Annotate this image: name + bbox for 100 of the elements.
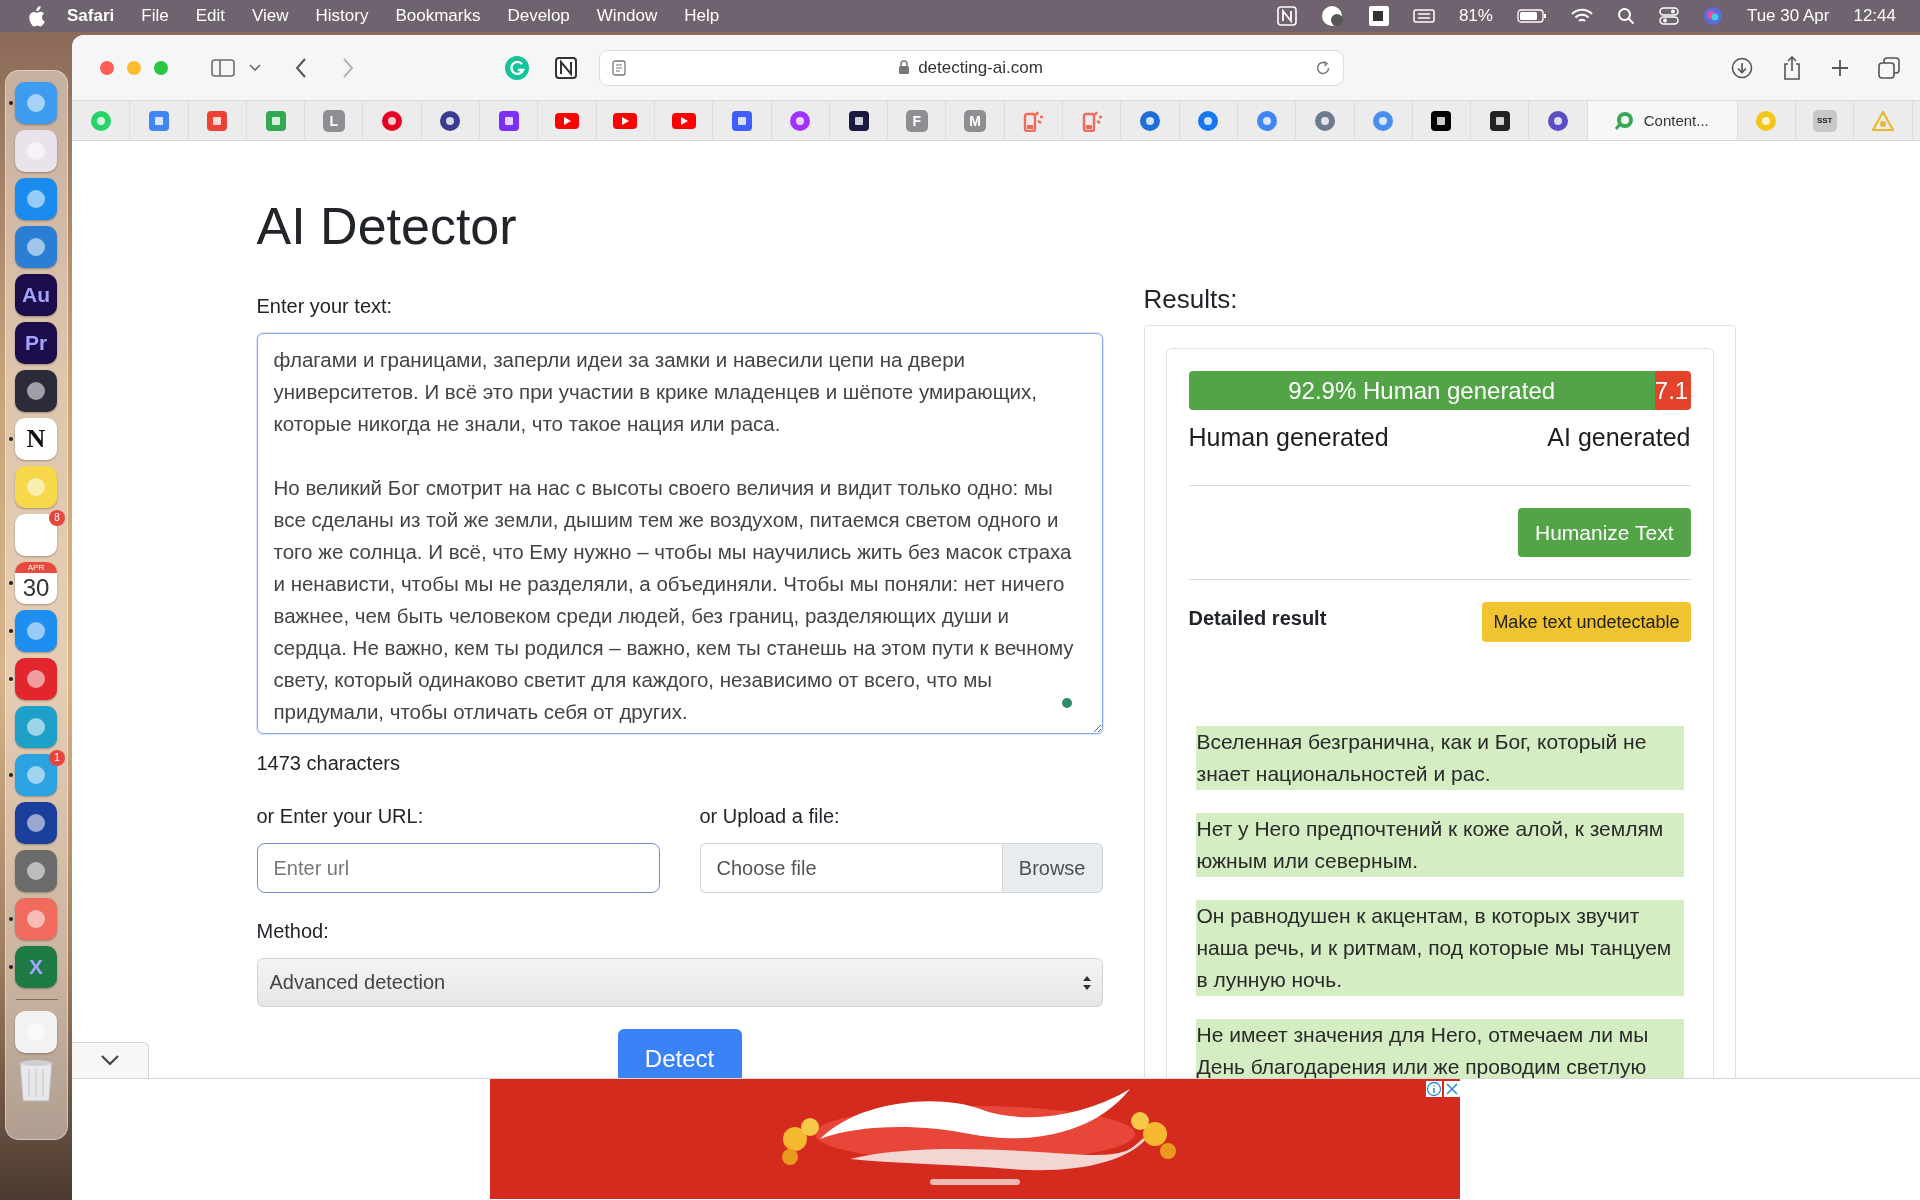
share-icon[interactable] xyxy=(1782,55,1802,80)
field-label: or Upload a file: xyxy=(699,804,841,828)
round-logo-icon[interactable] xyxy=(439,109,462,132)
highlighted-sentence: Он равнодушен к акцентам, в которых звучит наша речь, и к ритмам, под которые мы танцуем в лунную ночь. xyxy=(1195,900,1684,996)
square-status-icon[interactable] xyxy=(1368,6,1389,26)
icon-label: X xyxy=(29,954,43,979)
url-text: detecting-ai.com xyxy=(918,57,1043,78)
battery-percentage: 81% xyxy=(1458,6,1493,26)
wifi-icon[interactable] xyxy=(1570,8,1593,24)
phone-icon[interactable] xyxy=(1023,109,1044,132)
round-logo-icon[interactable] xyxy=(789,109,812,132)
text-input[interactable]: флагами и границами, заперли идеи за замки и навесили цепи на двери университетов. И всё это при участии в крике младенцев и шёпоте умирающих, которые никогда не знали, что такое нация или раса. Но великий Бог смотрит на нас с высоты своего величия и видит только одно: мы все сделаны из той же земли, дышим тем же воздухом, питаемся светом одного и того же солнца. И всё, что Ему нужно – чтобы мы научились жить без масок страха и ненависти, чтобы мы не разделяли, а объединяли. Чтобы мы поняли: нет ничего важнее, чем быть человеком среди людей, без границ, разделяющих души и сердца. Не важно, кем ты родился – важно, кем ты станешь на этом пути к вечному свету, который одинаково светит для каждого, независимо от всего, что мы придумали, чтобы отличать себя от других. xyxy=(256,333,1103,734)
download-icon[interactable] xyxy=(1731,56,1753,79)
zoom-button[interactable] xyxy=(154,60,168,75)
legend-label: Human generated xyxy=(1188,422,1389,453)
address-bar[interactable]: detecting-ai.com xyxy=(599,49,1344,86)
bookmark-button[interactable]: SST xyxy=(1812,109,1837,132)
field-label: or Enter your URL: xyxy=(256,804,425,828)
badge: 8 xyxy=(49,509,65,526)
menu-item[interactable]: View xyxy=(251,6,289,26)
icon-label: N xyxy=(26,423,46,454)
ai-share-bar: 7.1 xyxy=(1654,371,1691,410)
app-menu[interactable]: Safari xyxy=(67,6,115,26)
highlighted-sentence: Вселенная безгранична, как и Бог, который не знает национальностей и рас. xyxy=(1195,726,1684,790)
date-text[interactable]: Tue 30 Apr xyxy=(1746,6,1830,26)
url-field[interactable]: Enter url xyxy=(256,843,660,893)
highlighted-sentence: Не имеет значения для Него, отмечаем ли мы День благодарения или же проводим светлую xyxy=(1195,1019,1684,1078)
detect-button[interactable]: Detect xyxy=(617,1029,742,1078)
round-logo-icon[interactable] xyxy=(381,109,404,132)
menu-item[interactable]: Edit xyxy=(195,6,225,26)
battery-icon[interactable] xyxy=(1516,9,1547,23)
status-dot-icon[interactable] xyxy=(1060,697,1073,709)
bookmark-button[interactable]: F xyxy=(905,109,928,132)
tab-title: Content... xyxy=(1643,112,1709,129)
app-icon[interactable]: Pr xyxy=(15,321,57,364)
month-label: APR xyxy=(15,561,57,573)
forward-icon xyxy=(342,57,354,78)
humanize-button[interactable]: Humanize Text xyxy=(1518,508,1691,557)
chevron-down-icon xyxy=(101,1055,119,1066)
icon-label: Au xyxy=(22,282,50,307)
round-logo-icon[interactable] xyxy=(1547,109,1570,132)
siri-icon[interactable] xyxy=(1702,6,1723,26)
bookmark-tab[interactable]: Content... xyxy=(1587,101,1738,140)
clock-text[interactable]: 12:44 xyxy=(1853,6,1896,26)
square-logo-icon[interactable] xyxy=(1430,109,1453,132)
page-icon[interactable] xyxy=(612,59,626,76)
round-logo-icon[interactable] xyxy=(1313,109,1336,132)
browse-button[interactable]: Browse xyxy=(1001,843,1103,893)
bookmark-button[interactable]: L xyxy=(322,109,345,132)
control-center-icon[interactable] xyxy=(1658,7,1679,25)
apple-icon[interactable] xyxy=(27,5,45,27)
results-heading: Results: xyxy=(1143,283,1239,315)
square-logo-icon[interactable] xyxy=(1488,109,1511,132)
legend-label: AI generated xyxy=(1547,422,1691,453)
menu-item[interactable]: Window xyxy=(596,6,658,26)
play-icon[interactable] xyxy=(671,111,696,130)
back-icon[interactable] xyxy=(295,57,307,78)
app-icon[interactable]: Au xyxy=(15,273,57,316)
badge: 1 xyxy=(49,749,65,766)
notion-status-icon[interactable] xyxy=(1276,6,1297,26)
app-icon[interactable] xyxy=(15,369,57,412)
menu-item[interactable]: File xyxy=(141,6,169,26)
character-count: 1473 characters xyxy=(256,751,401,775)
app-icon[interactable]: N xyxy=(15,417,57,460)
sidebar-icon[interactable] xyxy=(211,58,235,77)
section-heading: Detailed result xyxy=(1188,606,1327,630)
select-arrows-icon xyxy=(1081,974,1092,991)
cloud-status-icon[interactable] xyxy=(1320,5,1345,27)
search-icon[interactable] xyxy=(1616,7,1635,25)
play-icon[interactable] xyxy=(613,111,638,130)
menu-item[interactable]: History xyxy=(315,6,369,26)
keyboard-icon[interactable] xyxy=(1412,9,1435,23)
round-logo-icon[interactable] xyxy=(1139,109,1161,132)
method-select[interactable]: Advanced detection xyxy=(256,958,1103,1007)
field-label: Method: xyxy=(256,919,330,943)
app-icon[interactable] xyxy=(15,801,57,844)
calendar-icon[interactable]: APR 30 xyxy=(15,561,57,604)
chevron-down-icon[interactable] xyxy=(249,63,261,72)
day-label: 30 xyxy=(22,572,50,603)
tabs-icon[interactable] xyxy=(1878,56,1900,79)
play-icon[interactable] xyxy=(555,111,579,130)
menu-item[interactable]: Help xyxy=(684,6,720,26)
icon-label: Pr xyxy=(24,330,48,355)
page-title: AI Detector xyxy=(256,196,518,257)
extension-icon[interactable] xyxy=(554,55,578,80)
undetectable-button[interactable]: Make text undetectable xyxy=(1482,602,1691,642)
phone-icon[interactable] xyxy=(1081,109,1102,132)
menu-item[interactable]: Bookmarks xyxy=(395,6,481,26)
file-field[interactable]: Choose file xyxy=(699,843,1002,893)
field-label: Enter your text: xyxy=(256,294,394,318)
plus-icon[interactable] xyxy=(1831,58,1849,77)
bookmark-button[interactable]: M xyxy=(964,109,987,132)
reload-icon[interactable] xyxy=(1315,59,1331,76)
info-icon[interactable] xyxy=(1426,1081,1442,1097)
round-logo-icon[interactable] xyxy=(1197,109,1220,132)
close-button[interactable] xyxy=(100,60,114,75)
square-logo-icon[interactable] xyxy=(847,109,870,132)
menu-item[interactable]: Develop xyxy=(507,6,570,26)
close-icon[interactable] xyxy=(1444,1081,1460,1097)
human-share-bar: 92.9% Human generated xyxy=(1188,371,1655,410)
